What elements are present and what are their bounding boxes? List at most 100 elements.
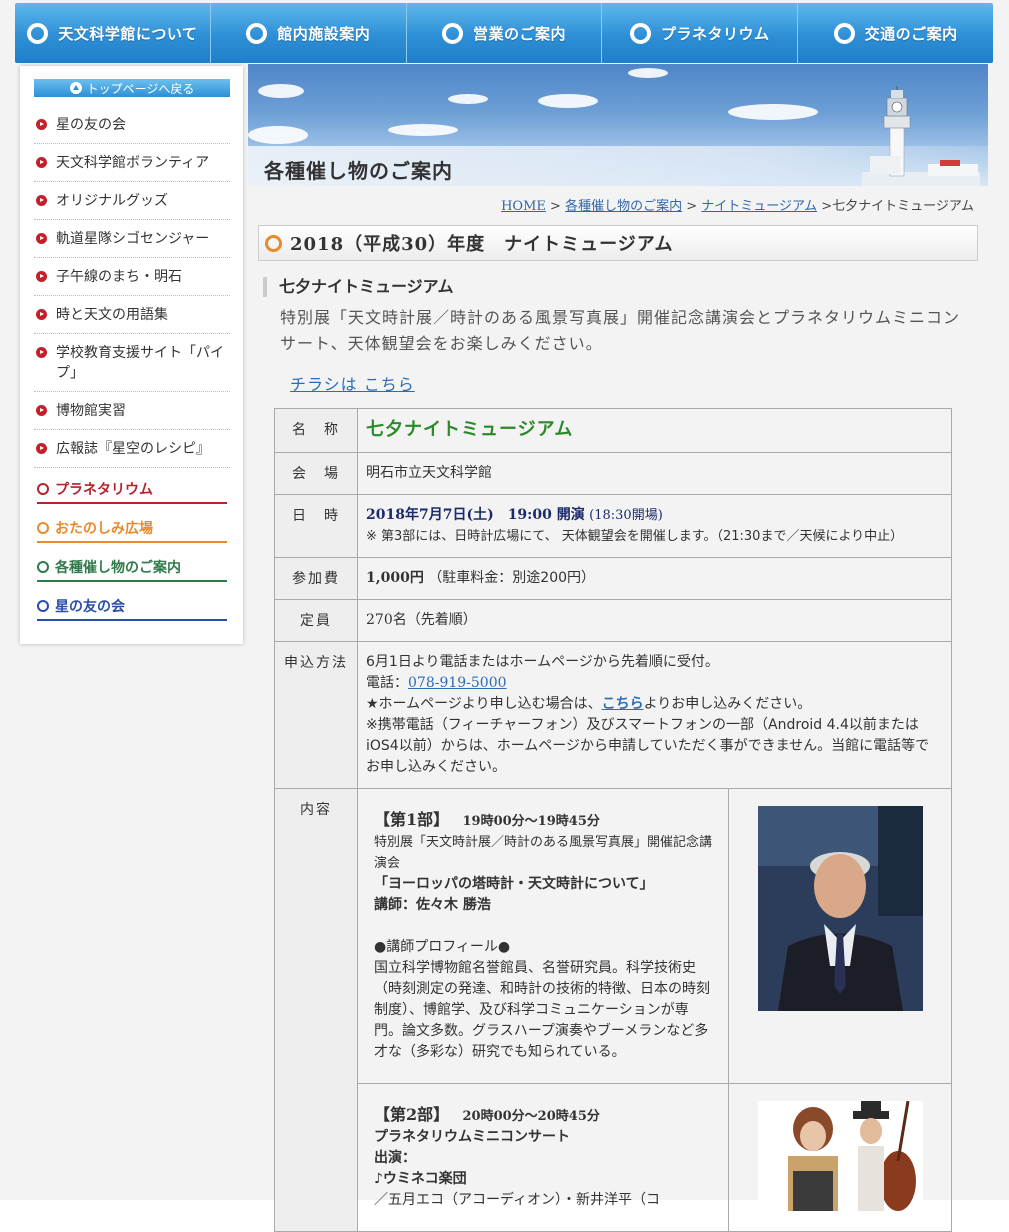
performers-label: 出演： bbox=[374, 1150, 416, 1166]
capacity-value: 270名（先着順） bbox=[357, 599, 952, 642]
apply-note: ※携帯電話（フィーチャーフォン）及びスマートフォンの一部（Android 4.4… bbox=[366, 717, 930, 775]
breadcrumb-night-museum-link[interactable]: ナイトミュージアム bbox=[701, 199, 817, 214]
performer-group: ♪ウミネコ楽団 bbox=[374, 1171, 467, 1187]
table-row: 【第2部】 20時00分～20時45分 プラネタリウムミニコンサート 出演： ♪… bbox=[275, 1083, 952, 1232]
date-main: 2018年7月7日(土) 19:00 開演 bbox=[366, 507, 585, 523]
arrow-right-icon bbox=[36, 443, 47, 454]
fee-cell: 1,000円 （駐車料金：別途200円） bbox=[357, 557, 952, 600]
table-row: 会 場 明石市立天文科学館 bbox=[274, 452, 952, 495]
profile-heading: ●講師プロフィール● bbox=[374, 939, 511, 955]
nav-about[interactable]: 天文科学館について bbox=[15, 3, 211, 63]
sidebar-item-label: 子午線のまち・明石 bbox=[56, 269, 182, 285]
table-row: 名 称 七夕ナイトミュージアム bbox=[274, 408, 952, 453]
table-row: 定員 270名（先着順） bbox=[274, 599, 952, 642]
part2-cell: 【第2部】 20時00分～20時45分 プラネタリウムミニコンサート 出演： ♪… bbox=[357, 1083, 729, 1232]
sidebar-item[interactable]: 軌道星隊シゴセンジャー bbox=[34, 220, 230, 258]
table-row: 参加費 1,000円 （駐車料金：別途200円） bbox=[274, 557, 952, 600]
performer-members: ／五月エコ（アコーディオン）・新井洋平（コ bbox=[374, 1192, 661, 1208]
sidebar-item-label: 広報誌『星空のレシピ』 bbox=[56, 441, 210, 457]
sidebar-item[interactable]: 子午線のまち・明石 bbox=[34, 258, 230, 296]
breadcrumb-current: 七夕ナイトミュージアム bbox=[832, 199, 974, 214]
nav-planetarium[interactable]: プラネタリウム bbox=[602, 3, 799, 63]
ring-icon bbox=[27, 22, 49, 44]
ring-icon bbox=[265, 234, 282, 252]
table-row: 日 時 2018年7月7日(土) 19:00 開演 (18:30開場) ※ 第3… bbox=[274, 494, 952, 558]
sidebar-item[interactable]: 時と天文の用語集 bbox=[34, 296, 230, 334]
sidebar-item[interactable]: 天文科学館ボランティア bbox=[34, 144, 230, 182]
nav-hours[interactable]: 営業のご案内 bbox=[407, 3, 603, 63]
sidebar-item-label: 学校教育支援サイト「パイプ」 bbox=[56, 345, 224, 381]
category-label: プラネタリウム bbox=[55, 482, 153, 498]
apply-web-link[interactable]: こちら bbox=[602, 696, 644, 712]
lecturer-photo bbox=[757, 806, 923, 1011]
row-label: 参加費 bbox=[274, 557, 358, 600]
row-label: 申込方法 bbox=[274, 641, 358, 789]
category-label: おたのしみ広場 bbox=[55, 521, 153, 537]
sidebar-item-label: オリジナルグッズ bbox=[56, 193, 168, 209]
cloud bbox=[728, 104, 818, 120]
breadcrumb: HOME > 各種催し物のご案内 > ナイトミュージアム >七夕ナイトミュージア… bbox=[501, 195, 974, 214]
profile-text: 国立科学博物館名誉館員、名誉研究員。科学技術史（時刻測定の発達、和時計の技術的特… bbox=[374, 960, 710, 1060]
cloud bbox=[448, 94, 488, 104]
category-friends-club[interactable]: 星の友の会 bbox=[37, 593, 227, 621]
sidebar-item-label: 星の友の会 bbox=[56, 117, 126, 133]
table-row: 内容 【第1部】 19時00分～19時45分 特別展「天文時計展／時計のある風景… bbox=[274, 788, 952, 1232]
event-lead-text: 特別展「天文時計展／時計のある風景写真展」開催記念講演会とプラネタリウムミニコン… bbox=[280, 308, 961, 353]
part2-heading: 【第2部】 bbox=[374, 1105, 450, 1124]
flyer-link[interactable]: チラシは こちら bbox=[290, 371, 415, 395]
arrow-right-icon bbox=[36, 195, 47, 206]
event-name-cell: 七夕ナイトミュージアム bbox=[357, 408, 952, 453]
breadcrumb-separator: > bbox=[550, 199, 561, 214]
arrow-right-icon bbox=[36, 271, 47, 282]
nav-access[interactable]: 交通のご案内 bbox=[798, 3, 993, 63]
sidebar-item-label: 天文科学館ボランティア bbox=[56, 155, 210, 171]
part2-time: 20時00分～20時45分 bbox=[462, 1109, 600, 1124]
performers-photo bbox=[757, 1101, 923, 1211]
apply-line: 6月1日より電話またはホームページから先着順に受付。 bbox=[366, 654, 719, 670]
nav-facilities[interactable]: 館内施設案内 bbox=[211, 3, 407, 63]
date-note: ※ 第3部には、日時計広場にて、 天体観望会を開催します。（21:30まで／天候… bbox=[366, 529, 904, 544]
category-fun-plaza[interactable]: おたのしみ広場 bbox=[37, 515, 227, 543]
cloud bbox=[388, 124, 458, 136]
sidebar-item-label: 軌道星隊シゴセンジャー bbox=[56, 231, 210, 247]
breadcrumb-separator: > bbox=[821, 199, 833, 214]
category-label: 星の友の会 bbox=[55, 599, 125, 615]
arrow-right-icon bbox=[36, 309, 47, 320]
breadcrumb-events-link[interactable]: 各種催し物のご案内 bbox=[565, 199, 682, 214]
ring-icon bbox=[630, 22, 652, 44]
category-events[interactable]: 各種催し物のご案内 bbox=[37, 554, 227, 582]
part1-desc: 特別展「天文時計展／時計のある風景写真展」開催記念講演会 bbox=[374, 835, 713, 871]
phone-link[interactable]: 078-919-5000 bbox=[408, 675, 507, 691]
row-label: 定員 bbox=[274, 599, 358, 642]
nav-label: プラネタリウム bbox=[661, 24, 770, 43]
arrow-right-icon bbox=[36, 157, 47, 168]
ring-icon bbox=[833, 22, 855, 44]
apply-tel-prefix: 電話： bbox=[366, 675, 408, 691]
category-planetarium[interactable]: プラネタリウム bbox=[37, 476, 227, 504]
venue-value: 明石市立天文科学館 bbox=[357, 452, 952, 495]
home-icon bbox=[69, 82, 82, 94]
sidebar-item[interactable]: 広報誌『星空のレシピ』 bbox=[34, 430, 230, 468]
sidebar-item[interactable]: オリジナルグッズ bbox=[34, 182, 230, 220]
cloud bbox=[628, 68, 668, 78]
ring-icon bbox=[37, 522, 49, 534]
part1-speaker: 講師：佐々木 勝浩 bbox=[374, 897, 491, 913]
sidebar-item[interactable]: 博物館実習 bbox=[34, 392, 230, 430]
part1-cell: 【第1部】 19時00分～19時45分 特別展「天文時計展／時計のある風景写真展… bbox=[357, 788, 729, 1084]
sidebar: トップページへ戻る 星の友の会 天文科学館ボランティア オリジナルグッズ 軌道星… bbox=[20, 66, 243, 644]
nav-label: 館内施設案内 bbox=[277, 24, 371, 43]
sidebar-item[interactable]: 学校教育支援サイト「パイプ」 bbox=[34, 334, 230, 392]
row-label: 会 場 bbox=[274, 452, 358, 495]
category-label: 各種催し物のご案内 bbox=[55, 560, 181, 576]
observatory-tower-illustration bbox=[862, 86, 980, 186]
back-to-top-button[interactable]: トップページへ戻る bbox=[34, 79, 230, 97]
part1-heading: 【第1部】 bbox=[374, 810, 450, 829]
row-label: 内容 bbox=[274, 788, 358, 1232]
breadcrumb-home-link[interactable]: HOME bbox=[501, 199, 546, 214]
part2-title: プラネタリウムミニコンサート bbox=[374, 1129, 570, 1145]
sidebar-item-label: 時と天文の用語集 bbox=[56, 307, 168, 323]
ring-icon bbox=[37, 600, 49, 612]
sidebar-item[interactable]: 星の友の会 bbox=[34, 106, 230, 144]
arrow-right-icon bbox=[36, 119, 47, 130]
arrow-right-icon bbox=[36, 405, 47, 416]
